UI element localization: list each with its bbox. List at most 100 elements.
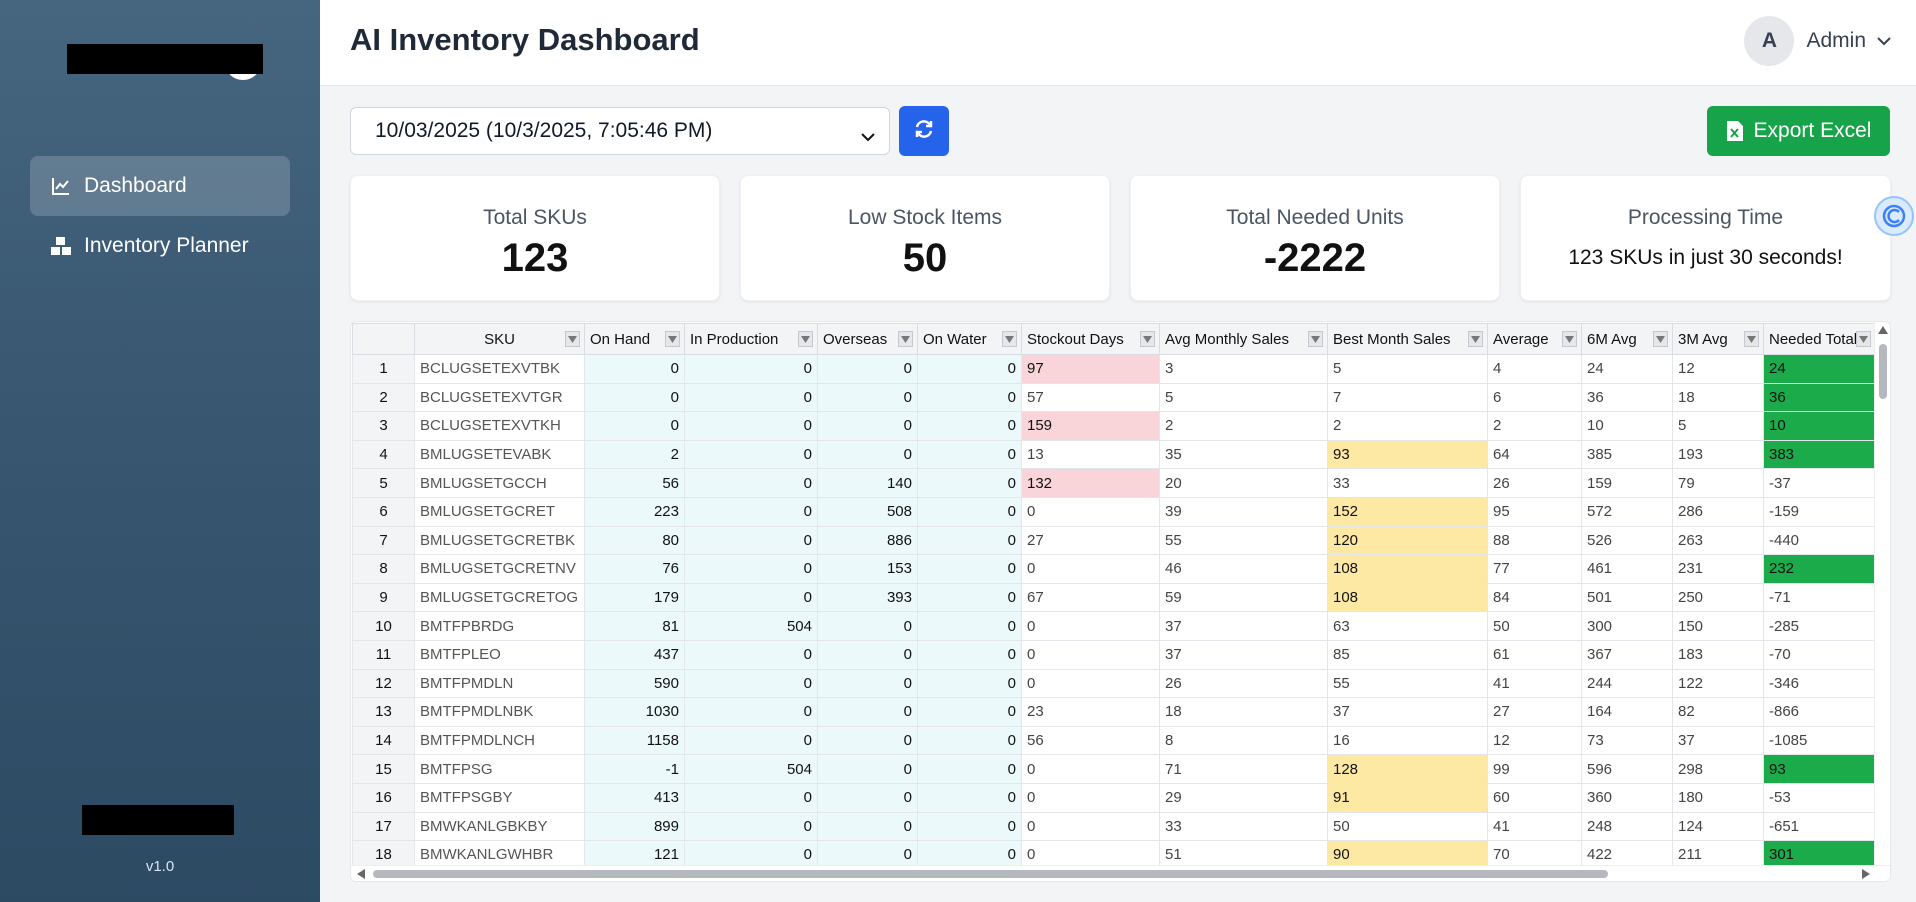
table-cell[interactable]: 385 [1581,439,1673,470]
table-cell[interactable]: 8 [1159,725,1328,756]
table-cell[interactable]: 0 [684,354,818,384]
table-cell[interactable]: 461 [1581,554,1673,584]
table-cell[interactable]: 2 [1327,411,1488,441]
table-cell[interactable]: 27 [1021,525,1160,556]
table-cell[interactable]: 99 [1487,754,1582,784]
table-cell[interactable]: 0 [817,697,918,727]
table-cell[interactable]: BCLUGSETEXVTGR [414,382,585,413]
table-cell[interactable]: 0 [1021,639,1160,670]
horizontal-scrollbar[interactable] [351,865,1890,881]
table-cell[interactable]: 79 [1672,468,1764,498]
table-cell[interactable]: 0 [684,639,818,670]
table-cell[interactable]: 18 [1159,697,1328,727]
table-cell[interactable]: 55 [1327,668,1488,699]
table-cell[interactable]: 27 [1487,697,1582,727]
table-cell[interactable]: 0 [917,697,1022,727]
table-cell[interactable]: 244 [1581,668,1673,699]
table-cell[interactable]: 37 [1159,611,1328,641]
table-cell[interactable]: 286 [1672,496,1764,527]
table-cell[interactable]: 0 [1021,811,1160,842]
column-header[interactable]: In Production [684,323,818,355]
filter-dropdown-icon[interactable] [1856,331,1871,347]
table-row[interactable]: 7 BMLUGSETGCRETBK 80 0 886 0 27 55 120 88 526 263 -4… [352,525,1876,556]
table-cell[interactable]: BMLUGSETGCRETOG [414,582,585,613]
table-cell[interactable]: 85 [1327,639,1488,670]
table-cell[interactable]: 24 [1763,354,1876,384]
table-cell[interactable]: 0 [684,782,818,813]
table-cell[interactable]: 0 [1021,496,1160,527]
table-cell[interactable]: -346 [1763,668,1876,699]
table-cell[interactable]: 0 [1021,611,1160,641]
table-cell[interactable]: 26 [1487,468,1582,498]
sidebar-item-inventory-planner[interactable]: Inventory Planner [30,216,290,276]
table-row[interactable]: 6 BMLUGSETGCRET 223 0 508 0 0 39 152 95 572 286 -159 [352,496,1876,527]
table-cell[interactable]: 153 [817,554,918,584]
table-row[interactable]: 2 BCLUGSETEXVTGR 0 0 0 0 57 5 7 6 36 18 36 [352,382,1876,413]
table-row[interactable]: 13 BMTFPMDLNBK 1030 0 0 0 23 18 37 27 164 82 -866 [352,697,1876,727]
table-row[interactable]: 12 BMTFPMDLN 590 0 0 0 0 26 55 41 244 122 -346 [352,668,1876,699]
table-cell[interactable]: 97 [1021,354,1160,384]
table-cell[interactable]: 0 [817,354,918,384]
table-cell[interactable]: 12 [1672,354,1764,384]
table-cell[interactable]: 7 [1327,382,1488,413]
table-cell[interactable]: 0 [817,725,918,756]
table-cell[interactable]: 2 [1487,411,1582,441]
table-cell[interactable]: 0 [917,525,1022,556]
table-cell[interactable]: BCLUGSETEXVTBK [414,354,585,384]
table-cell[interactable]: 0 [684,382,818,413]
table-cell[interactable]: 298 [1672,754,1764,784]
table-cell[interactable]: 150 [1672,611,1764,641]
table-cell[interactable]: 10 [1763,411,1876,441]
table-cell[interactable]: 0 [684,468,818,498]
table-cell[interactable]: 0 [684,525,818,556]
table-cell[interactable]: 57 [1021,382,1160,413]
column-header[interactable]: On Water [917,323,1022,355]
table-cell[interactable]: 95 [1487,496,1582,527]
table-cell[interactable]: 2 [1159,411,1328,441]
table-cell[interactable]: 3 [1159,354,1328,384]
column-header[interactable]: Average [1487,323,1582,355]
table-cell[interactable]: 5 [1159,382,1328,413]
table-row[interactable]: 9 BMLUGSETGCRETOG 179 0 393 0 67 59 108 84 501 250-… [352,582,1876,613]
table-cell[interactable]: 80 [584,525,685,556]
filter-dropdown-icon[interactable] [1140,331,1155,347]
table-cell[interactable]: 0 [817,439,918,470]
filter-dropdown-icon[interactable] [665,331,680,347]
table-cell[interactable]: 23 [1021,697,1160,727]
table-cell[interactable]: -53 [1763,782,1876,813]
table-cell[interactable]: 18 [1672,382,1764,413]
table-cell[interactable]: 67 [1021,582,1160,613]
column-header[interactable]: Stockout Days [1021,323,1160,355]
table-cell[interactable]: -440 [1763,525,1876,556]
filter-dropdown-icon[interactable] [565,331,580,347]
table-cell[interactable]: 5 [1327,354,1488,384]
table-cell[interactable]: 56 [1021,725,1160,756]
table-cell[interactable]: 159 [1581,468,1673,498]
table-cell[interactable]: 50 [1327,811,1488,842]
table-cell[interactable]: 1030 [584,697,685,727]
filter-dropdown-icon[interactable] [1002,331,1017,347]
table-cell[interactable]: BMWKANLGBKBY [414,811,585,842]
table-cell[interactable]: 41 [1487,811,1582,842]
table-cell[interactable]: 36 [1763,382,1876,413]
column-header[interactable]: Needed Total [1763,323,1876,355]
table-cell[interactable]: 26 [1159,668,1328,699]
table-cell[interactable]: 12 [1487,725,1582,756]
table-cell[interactable]: 77 [1487,554,1582,584]
table-cell[interactable]: 0 [917,468,1022,498]
table-cell[interactable]: 0 [684,697,818,727]
table-cell[interactable]: BMTFPSGBY [414,782,585,813]
table-cell[interactable]: BMTFPMDLN [414,668,585,699]
table-cell[interactable]: 46 [1159,554,1328,584]
table-cell[interactable]: 33 [1327,468,1488,498]
table-cell[interactable]: 0 [584,411,685,441]
table-cell[interactable]: 0 [817,611,918,641]
table-cell[interactable]: 0 [917,382,1022,413]
table-cell[interactable]: 152 [1327,496,1488,527]
table-cell[interactable]: 526 [1581,525,1673,556]
table-cell[interactable]: 16 [1327,725,1488,756]
table-cell[interactable]: 1158 [584,725,685,756]
table-cell[interactable]: 76 [584,554,685,584]
table-cell[interactable]: 82 [1672,697,1764,727]
table-cell[interactable]: 33 [1159,811,1328,842]
